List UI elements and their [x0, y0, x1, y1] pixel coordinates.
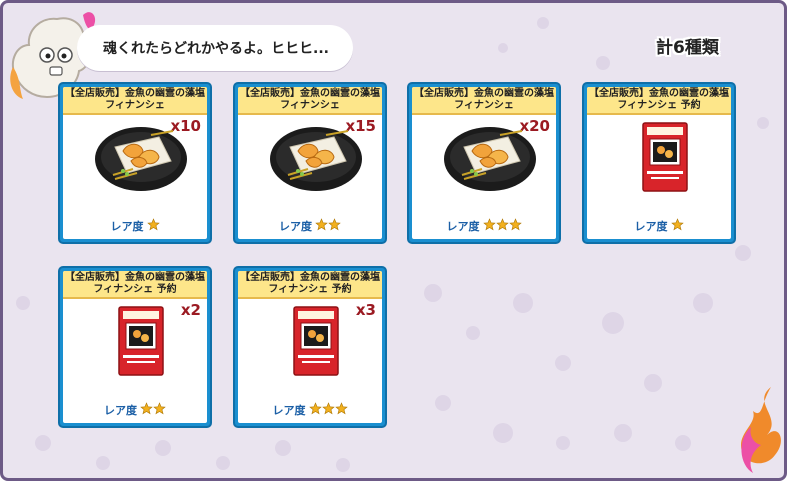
rarity-row: レア度: [238, 402, 382, 418]
card-title: 【全店販売】金魚の幽霊の藻塩フィナンシェ 予約: [238, 271, 382, 299]
card-title: 【全店販売】金魚の幽霊の藻塩フィナンシェ 予約: [63, 271, 207, 299]
star-icon: [140, 402, 153, 415]
rarity-stars: [308, 402, 348, 418]
star-icon: [508, 218, 522, 231]
star-icon: [153, 402, 166, 415]
financier-plate-icon: [444, 127, 536, 191]
card-title: 【全店販売】金魚の幽霊の藻塩フィナンシェ: [238, 87, 382, 115]
reward-card[interactable]: 【全店販売】金魚の幽霊の藻塩フィナンシェ x10 レア度: [58, 82, 212, 244]
rarity-stars: [315, 218, 341, 234]
rarity-row: レア度: [412, 218, 556, 234]
rarity-stars: [140, 402, 166, 418]
star-icon: [146, 218, 160, 231]
star-icon: [328, 218, 341, 231]
reservation-ticket-icon: [293, 306, 339, 376]
speech-bubble: 魂くれたらどれかやるよ。ヒヒヒ...: [77, 25, 353, 71]
financier-plate-icon: [95, 127, 187, 191]
star-icon: [321, 402, 335, 415]
pink-flame-icon: [741, 387, 781, 473]
reservation-ticket-icon: [642, 122, 688, 192]
rarity-label: レア度: [446, 220, 480, 233]
card-title: 【全店販売】金魚の幽霊の藻塩フィナンシェ: [63, 87, 207, 115]
rarity-row: レア度: [238, 218, 382, 234]
rarity-stars: [146, 218, 160, 234]
item-count-label: 計6種類: [656, 38, 719, 58]
star-icon: [308, 402, 322, 415]
financier-plate-icon: [270, 127, 362, 191]
rarity-label: レア度: [110, 220, 144, 233]
rarity-stars: [482, 218, 522, 234]
card-title: 【全店販売】金魚の幽霊の藻塩フィナンシェ 予約: [587, 87, 731, 115]
rarity-row: レア度: [63, 402, 207, 418]
reward-card[interactable]: 【全店販売】金魚の幽霊の藻塩フィナンシェ 予約 x3 レア度: [233, 266, 387, 428]
rarity-label: レア度: [104, 404, 137, 417]
star-icon: [315, 218, 328, 231]
reward-card[interactable]: 【全店販売】金魚の幽霊の藻塩フィナンシェ 予約 レア度: [582, 82, 736, 244]
star-icon: [495, 218, 509, 231]
reward-list-panel: 魂くれたらどれかやるよ。ヒヒヒ... 計6種類 【全店販売】金魚の幽霊の藻塩フィ…: [0, 0, 787, 481]
rarity-label: レア度: [279, 220, 312, 233]
reward-card[interactable]: 【全店販売】金魚の幽霊の藻塩フィナンシェ x20 レア度: [407, 82, 561, 244]
rarity-label: レア度: [272, 404, 306, 417]
rarity-row: レア度: [587, 218, 731, 234]
star-icon: [670, 218, 684, 231]
reservation-ticket-icon: [118, 306, 164, 376]
reward-card[interactable]: 【全店販売】金魚の幽霊の藻塩フィナンシェ x15 レア度: [233, 82, 387, 244]
rarity-stars: [670, 218, 684, 234]
card-title: 【全店販売】金魚の幽霊の藻塩フィナンシェ: [412, 87, 556, 115]
star-icon: [482, 218, 496, 231]
star-icon: [334, 402, 348, 415]
rarity-label: レア度: [634, 220, 668, 233]
speech-text: 魂くれたらどれかやるよ。ヒヒヒ...: [103, 41, 329, 57]
reward-card[interactable]: 【全店販売】金魚の幽霊の藻塩フィナンシェ 予約 x2 レア度: [58, 266, 212, 428]
rarity-row: レア度: [63, 218, 207, 234]
